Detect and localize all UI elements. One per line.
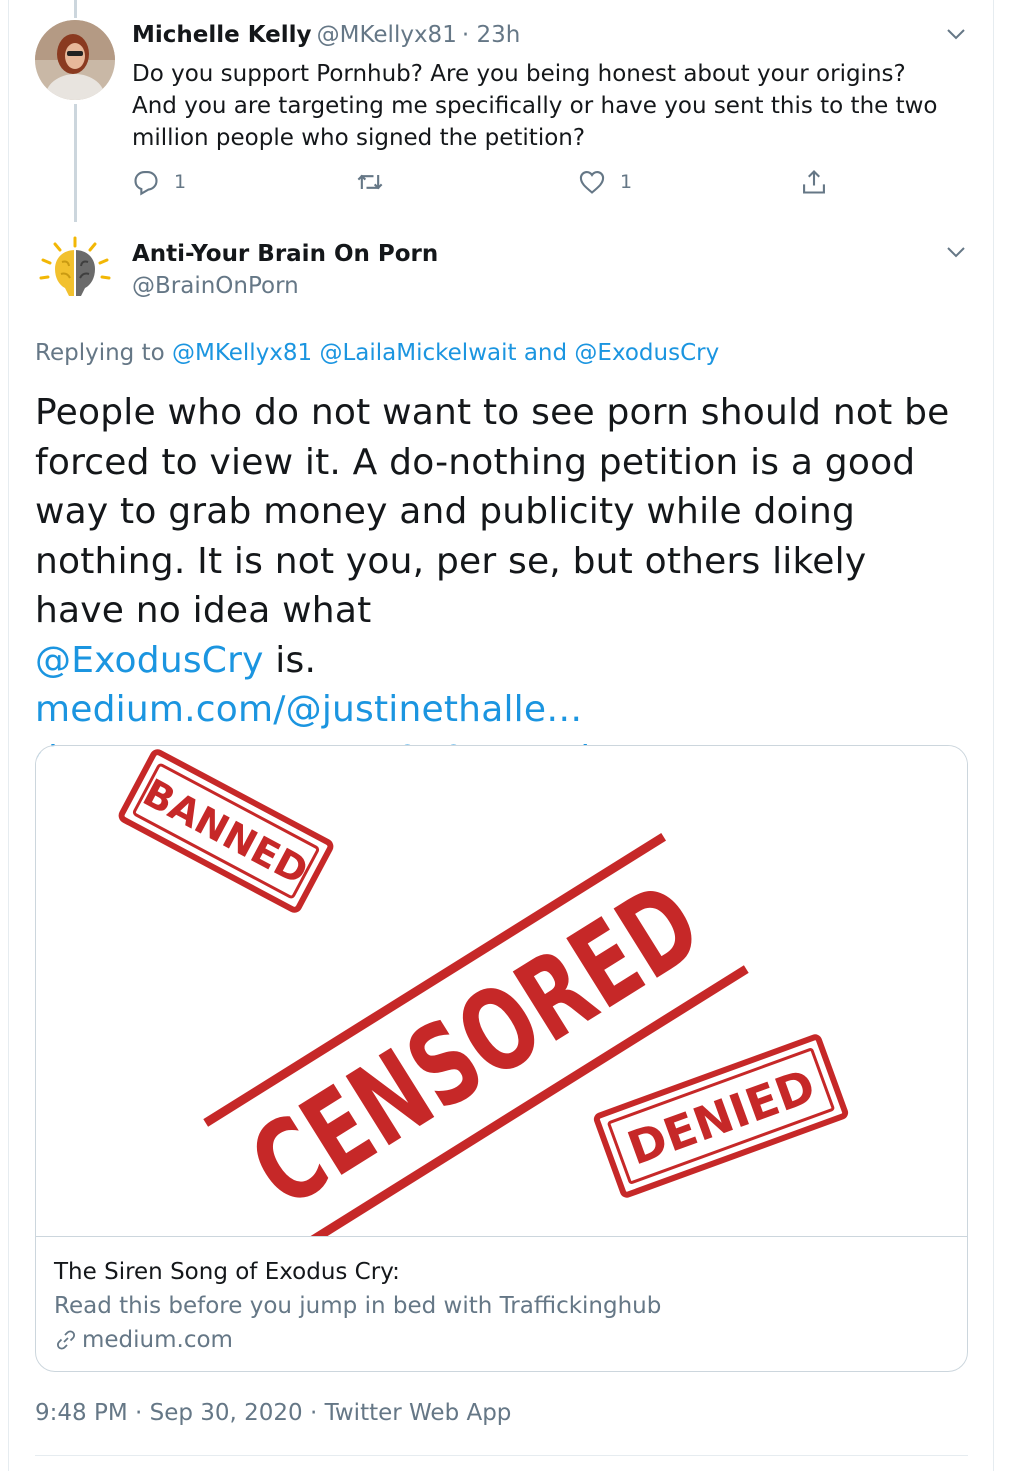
card-meta[interactable]: The Siren Song of Exodus Cry: Read this … [36, 1236, 967, 1371]
reply-text: Do you support Pornhub? Are you being ho… [132, 61, 938, 151]
thread-line [74, 104, 77, 222]
retweet-icon [357, 174, 383, 190]
replying-to: Replying to @MKellyx81 @LailaMickelwait … [35, 340, 719, 366]
mention-exoduscry[interactable]: @ExodusCry [35, 640, 264, 681]
like-count: 1 [620, 171, 633, 193]
reply-button[interactable]: 1 [132, 168, 186, 196]
chevron-down-icon[interactable] [944, 22, 968, 46]
divider [35, 1455, 968, 1456]
share-icon [803, 170, 825, 194]
tweet-body: People who do not want to see porn shoul… [35, 392, 950, 631]
tweet-text: People who do not want to see porn shoul… [35, 388, 965, 784]
chevron-down-icon[interactable] [944, 240, 968, 264]
link-icon [56, 1330, 76, 1350]
link-card[interactable]: BANNED CENSORED DENIED The Siren Song of… [35, 745, 968, 1372]
reply-time[interactable]: · 23h [462, 22, 520, 48]
reply-author-name[interactable]: Michelle Kelly [132, 22, 312, 48]
censored-stamps-image: BANNED CENSORED DENIED [118, 749, 849, 1260]
tweet-body-end: is. [263, 639, 317, 681]
like-icon [579, 171, 605, 194]
reply-author-handle[interactable]: @MKellyx81 [317, 22, 457, 48]
card-description: Read this before you jump in bed with Tr… [54, 1293, 662, 1319]
stamp-denied: DENIED [593, 1034, 849, 1198]
tweet-timestamp[interactable]: 9:48 PM · Sep 30, 2020 · Twitter Web App [35, 1400, 511, 1426]
like-button[interactable]: 1 [578, 168, 632, 196]
avatar-michelle[interactable] [35, 20, 115, 100]
stamp-banned: BANNED [118, 749, 334, 913]
replying-prefix: Replying to [35, 340, 165, 366]
card-domain-row: medium.com [54, 1323, 951, 1357]
card-image[interactable]: BANNED CENSORED DENIED [36, 746, 967, 1260]
link-medium[interactable]: medium.com/@justinethalle… [35, 689, 582, 730]
reply-count: 1 [174, 171, 187, 193]
avatar-brainonporn[interactable] [35, 232, 115, 312]
retweet-button[interactable] [356, 168, 398, 196]
card-domain: medium.com [82, 1327, 233, 1353]
card-title: The Siren Song of Exodus Cry: [54, 1259, 400, 1285]
replying-mentions[interactable]: @MKellyx81 @LailaMickelwait and @ExodusC… [172, 340, 719, 366]
avatar-michelle-image [35, 20, 115, 100]
reply-icon [134, 171, 158, 196]
tweet-author-name[interactable]: Anti-Your Brain On Porn [132, 241, 438, 267]
share-button[interactable] [800, 168, 828, 196]
thread-line-top [74, 0, 77, 18]
brain-logo-icon [39, 236, 111, 296]
tweet-author-handle[interactable]: @BrainOnPorn [132, 273, 299, 299]
